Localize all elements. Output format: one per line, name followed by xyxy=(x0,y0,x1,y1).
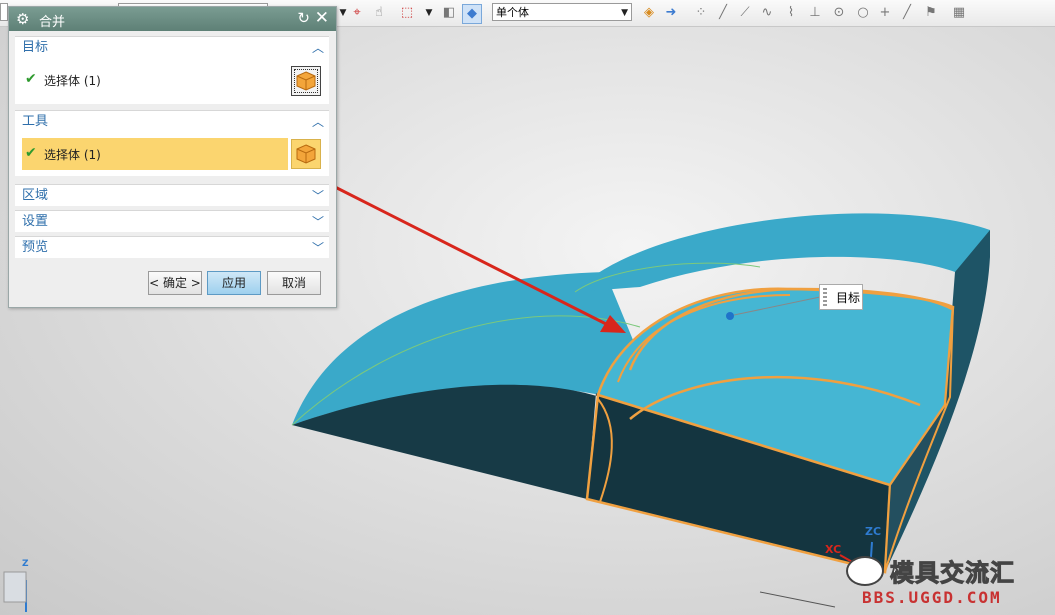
z-axis-label: Z xyxy=(22,559,29,569)
section-region-label: 区域 xyxy=(22,188,49,203)
cube-icon xyxy=(296,144,316,164)
chevron-down-icon: ▼ xyxy=(621,8,628,18)
chevron-up-icon: ︿ xyxy=(311,115,324,129)
section-preview-header[interactable]: 预览 ﹀ xyxy=(15,236,329,258)
origin-point xyxy=(726,312,734,320)
xc-axis-label: XC xyxy=(825,543,842,556)
section-settings-label: 设置 xyxy=(22,214,49,229)
chevron-up-icon: ︿ xyxy=(311,41,324,55)
callout-grip-icon xyxy=(823,288,827,308)
chevron-down-icon: ﹀ xyxy=(311,215,324,229)
target-callout[interactable]: 目标 xyxy=(819,284,863,310)
reset-icon[interactable]: ↻ xyxy=(297,9,310,27)
ground-line xyxy=(759,591,836,608)
apply-button[interactable]: 应用 xyxy=(207,271,261,295)
circle-point-icon[interactable]: ○ xyxy=(854,4,872,22)
forward-arrow-icon[interactable]: ➜ xyxy=(662,4,680,22)
ok-button[interactable]: < 确定 > xyxy=(148,271,202,295)
dialog-titlebar[interactable]: ⚙ 合并 ↻ ✕ xyxy=(9,7,336,31)
dialog-title: 合并 xyxy=(39,15,66,30)
target-select-body-button[interactable] xyxy=(291,66,321,96)
tool-row-label: 选择体 (1) xyxy=(44,148,101,162)
line-end-icon[interactable]: ⟋ xyxy=(736,4,754,22)
face-rule-icon[interactable]: ◈ xyxy=(640,4,658,22)
section-preview-label: 预览 xyxy=(22,240,49,255)
selection-filter-value: 单个体 xyxy=(496,6,529,19)
snap-settings-icon[interactable]: ⚑ xyxy=(922,4,940,22)
section-target-header[interactable]: 目标 ︿ xyxy=(15,36,329,58)
tool-select-body-button[interactable] xyxy=(291,139,321,169)
rectangle-dropdown-icon[interactable]: ▼ xyxy=(420,4,438,22)
close-icon[interactable]: ✕ xyxy=(315,8,329,28)
intersect-icon[interactable]: ⊥ xyxy=(806,4,824,22)
section-tool-label: 工具 xyxy=(22,114,49,129)
section-settings-header[interactable]: 设置 ﹀ xyxy=(15,210,329,232)
wechat-icon xyxy=(846,556,884,586)
body-filter-icon[interactable]: ◆ xyxy=(462,4,482,24)
line-icon[interactable]: ╱ xyxy=(714,4,732,22)
section-tool-body: ✔ 选择体 (1) xyxy=(15,132,329,176)
section-region-header[interactable]: 区域 ﹀ xyxy=(15,184,329,206)
tool-select-row[interactable]: ✔ 选择体 (1) xyxy=(22,138,288,170)
select-pointer-icon[interactable]: ☝ xyxy=(370,4,388,22)
left-combo-stub[interactable] xyxy=(0,3,8,21)
tangent-line-icon[interactable]: ╱ xyxy=(898,4,916,22)
rectangle-select-icon[interactable]: ⬚ xyxy=(398,4,416,22)
section-target-body: ✔ 选择体 (1) xyxy=(15,58,329,104)
cancel-button[interactable]: 取消 xyxy=(267,271,321,295)
target-row-label: 选择体 (1) xyxy=(44,74,101,88)
solid-body-icon[interactable]: ◧ xyxy=(440,4,458,22)
check-icon: ✔ xyxy=(25,145,37,161)
section-target-label: 目标 xyxy=(22,40,49,55)
selection-filter-combo[interactable]: 单个体 ▼ xyxy=(492,3,632,21)
grid-icon[interactable]: ▦ xyxy=(950,4,968,22)
section-tool-header[interactable]: 工具 ︿ xyxy=(15,110,329,132)
gear-icon[interactable]: ⚙ xyxy=(16,10,29,28)
rear-dome-surface xyxy=(575,213,990,292)
watermark-title: 模具交流汇 xyxy=(890,559,1015,588)
watermark-url: BBS.UGGD.COM xyxy=(862,588,1002,607)
callout-text: 目标 xyxy=(836,291,861,305)
curve-icon[interactable]: ∿ xyxy=(758,4,776,22)
chevron-down-icon: ﹀ xyxy=(311,241,324,255)
scatter-points-icon[interactable]: ⁘ xyxy=(692,4,710,22)
cube-icon xyxy=(296,71,316,91)
triad-cube xyxy=(3,571,27,603)
cross-point-icon[interactable]: + xyxy=(876,4,894,22)
unite-dialog: ⚙ 合并 ↻ ✕ 目标 ︿ ✔ 选择体 (1) 工具 ︿ ✔ 选择体 (1) 区… xyxy=(8,6,337,308)
zc-axis-label: ZC xyxy=(865,525,882,538)
snap-point-icon[interactable]: ⌖ xyxy=(348,4,366,22)
circle-center-icon[interactable]: ⊙ xyxy=(830,4,848,22)
spline-icon[interactable]: ⌇ xyxy=(782,4,800,22)
chevron-down-icon: ﹀ xyxy=(311,189,324,203)
check-icon: ✔ xyxy=(25,71,37,87)
target-select-row[interactable]: ✔ 选择体 (1) xyxy=(22,64,322,96)
